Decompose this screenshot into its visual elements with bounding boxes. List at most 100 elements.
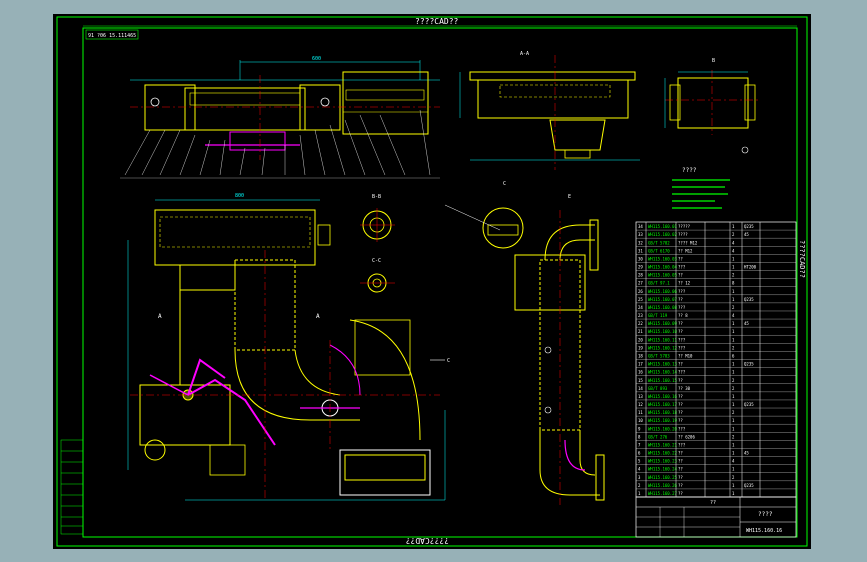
parts-list-cell: Q235	[744, 297, 754, 302]
parts-list-cell: ??	[678, 394, 683, 399]
parts-list-cell: ?? M12	[678, 248, 693, 253]
parts-list-cell: ???	[678, 345, 686, 350]
parts-list-cell: ??	[678, 378, 683, 383]
parts-list-cell: 27	[638, 281, 643, 286]
parts-list-cell: 15	[638, 378, 643, 383]
parts-list-cell: ??	[678, 418, 683, 423]
parts-list-cell: WH115.160.04	[648, 265, 677, 270]
parts-list-cell: WH115.160.15	[648, 378, 677, 383]
parts-list-cell: 31	[638, 248, 643, 253]
parts-list-cell: 30	[638, 256, 643, 261]
parts-list-cell: ????	[678, 232, 688, 237]
parts-list-cell: ??	[678, 459, 683, 464]
parts-list-cell: GB/T 5783	[648, 354, 670, 359]
parts-list-cell: WH115.160.20	[648, 426, 677, 431]
parts-list-cell: WH115.160.07	[648, 297, 677, 302]
parts-list-cell: 22	[638, 321, 643, 326]
parts-list-cell: ?? 6206	[678, 434, 695, 439]
parts-list-cell: ?? 30	[678, 386, 691, 391]
parts-list-cell: ?? M10	[678, 354, 693, 359]
header-title: ????CAD??	[415, 17, 459, 26]
parts-list-cell: WH115.160.22	[648, 451, 677, 456]
cad-drawing-canvas: ????CAD?? ????CAD?? 91 ?06 15.111465 600	[0, 0, 867, 562]
label-section-cc: C-C	[372, 258, 381, 264]
label-view-e: E	[568, 194, 571, 200]
parts-list-cell: ??	[678, 402, 683, 407]
parts-list-cell: ??	[678, 362, 683, 367]
parts-list-cell: 34	[638, 224, 643, 229]
parts-list-cell: WH115.160.01	[648, 224, 677, 229]
parts-list-cell: WH115.160.27	[648, 491, 677, 496]
parts-list-cell: ???	[678, 426, 686, 431]
parts-list-cell: 45	[744, 321, 749, 326]
parts-list-cell: GB/T 893	[648, 386, 668, 391]
parts-list-cell: 24	[638, 305, 643, 310]
parts-list-cell: ??	[678, 256, 683, 261]
parts-list-cell: 19	[638, 345, 643, 350]
parts-list-cell: 11	[638, 410, 643, 415]
parts-list-cell: ??	[678, 451, 683, 456]
parts-list-cell: WH115.160.25	[648, 475, 677, 480]
parts-list-cell: ???	[678, 337, 686, 342]
parts-list-cell: ??	[678, 483, 683, 488]
parts-list-cell: Q235	[744, 224, 754, 229]
parts-list-cell: 25	[638, 297, 643, 302]
parts-list-cell: WH115.160.17	[648, 402, 677, 407]
parts-list-cell: ??	[678, 475, 683, 480]
parts-list-cell: WH115.160.11	[648, 337, 677, 342]
label-view-c-arrow: C	[447, 358, 450, 364]
parts-list-cell: GB/T 5782	[648, 240, 670, 245]
parts-list-cell: 45	[744, 232, 749, 237]
title-block-drawing-no: WH115.160.16	[746, 528, 782, 534]
parts-list-cell: Q235	[744, 483, 754, 488]
parts-list-cell: 12	[638, 402, 643, 407]
footer-title: ????CAD??	[405, 536, 449, 545]
parts-list-cell: Q235	[744, 402, 754, 407]
parts-list-cell: ?? 8	[678, 313, 688, 318]
parts-list-cell: GB/T 97.1	[648, 281, 670, 286]
parts-list-cell: ???	[678, 265, 686, 270]
parts-list-cell: ??	[678, 321, 683, 326]
parts-list-cell: ??	[678, 273, 683, 278]
parts-list-cell: ???	[678, 289, 686, 294]
parts-list-cell: WH115.160.02	[648, 232, 677, 237]
parts-list-cell: 23	[638, 313, 643, 318]
parts-list-cell: WH115.160.18	[648, 410, 677, 415]
parts-list-cell: WH115.160.03	[648, 256, 677, 261]
tech-req-title: ????	[682, 167, 697, 174]
parts-list-cell: WH115.160.16	[648, 394, 677, 399]
parts-list-cell: ??	[678, 297, 683, 302]
parts-list-cell: GB/T 276	[648, 434, 668, 439]
parts-list-cell: 28	[638, 273, 643, 278]
parts-list-cell: 18	[638, 354, 643, 359]
title-block-heading: ??	[710, 500, 716, 506]
parts-list-cell: ???	[678, 442, 686, 447]
parts-list-cell: Q235	[744, 362, 754, 367]
parts-list-cell: 14	[638, 386, 643, 391]
stamp-code: 91 ?06 15.111465	[88, 33, 136, 39]
parts-list-cell: 16	[638, 370, 643, 375]
parts-list-cell: 20	[638, 337, 643, 342]
parts-list-cell: WH115.160.14	[648, 370, 677, 375]
parts-list-cell: HT200	[744, 265, 757, 270]
parts-list-cell: WH115.160.19	[648, 418, 677, 423]
label-view-b: B	[712, 58, 715, 64]
parts-list-cell: WH115.160.24	[648, 467, 677, 472]
parts-list-cell: 21	[638, 329, 643, 334]
parts-list-cell: WH115.160.06	[648, 289, 677, 294]
parts-list-cell: ??	[678, 491, 683, 496]
parts-list-cell: GB/T 6170	[648, 248, 670, 253]
dim-top-length: 600	[312, 56, 321, 62]
parts-list-cell: WH115.160.23	[648, 459, 677, 464]
parts-list-cell: ??	[678, 329, 683, 334]
parts-list-cell: WH115.160.12	[648, 345, 677, 350]
parts-list-cell: ???	[678, 305, 686, 310]
parts-list-cell: 26	[638, 289, 643, 294]
label-section-bb: B-B	[372, 194, 381, 200]
parts-list-cell: ???? M12	[678, 240, 698, 245]
parts-list-cell: WH115.160.21	[648, 442, 677, 447]
parts-list-cell: WH115.160.26	[648, 483, 677, 488]
parts-list-cell: GB/T 119	[648, 313, 668, 318]
parts-list-cell: 13	[638, 394, 643, 399]
parts-list-cell: 29	[638, 265, 643, 270]
